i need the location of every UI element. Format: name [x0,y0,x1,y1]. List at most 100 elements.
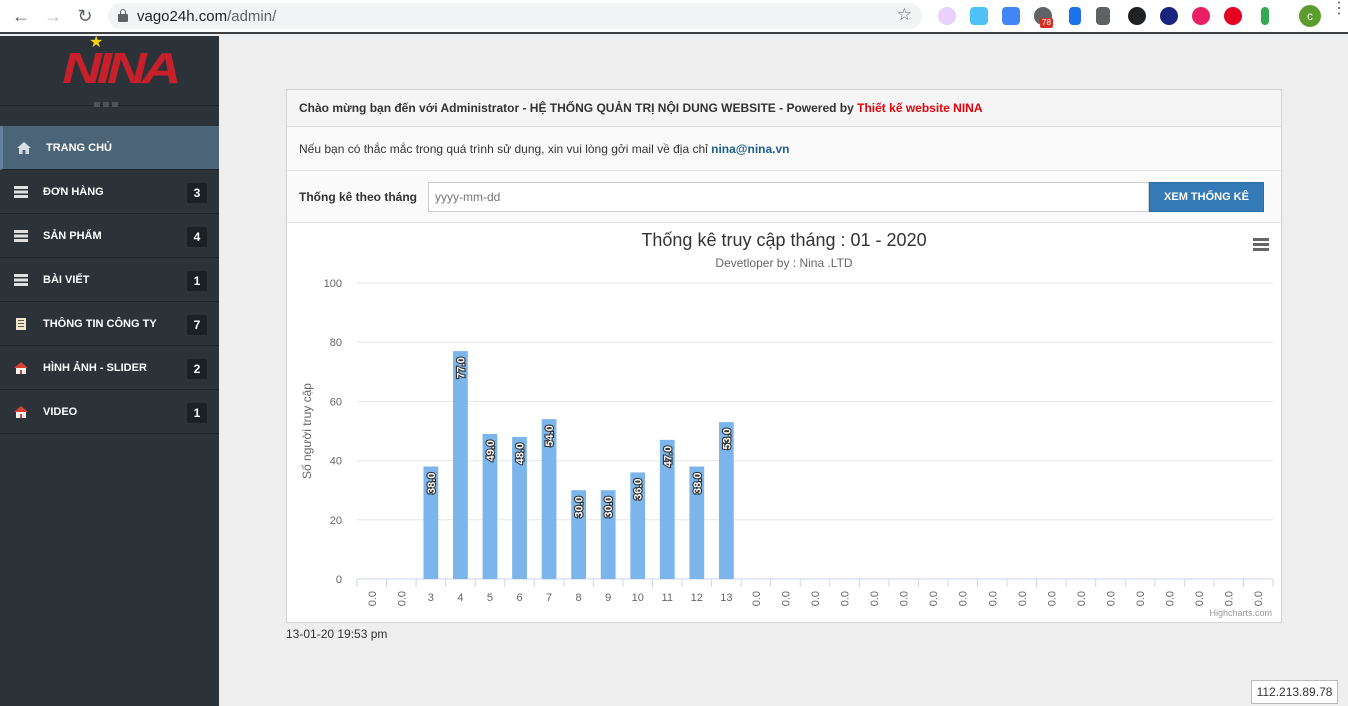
x-tick-label: 11 [662,592,673,604]
sidebar-item-trang-chu[interactable]: TRANG CHỦ [0,126,219,170]
x-tick-label: 6 [516,592,522,604]
date-input[interactable] [428,181,1149,212]
sync-icon[interactable] [1128,7,1146,25]
x-tick-label: 0.0 [1105,591,1117,606]
x-tick-label: 0.0 [780,591,792,606]
y-tick-label: 20 [330,515,342,527]
x-tick-label: 0.0 [928,591,940,606]
data-label: 47.0 [662,446,674,467]
bar-chart: 0 20 40 60 80 100 Số người truy cập 0.0 0.0 38.0 3… [300,278,1274,606]
x-tick-label: 7 [546,592,552,604]
x-tick-label: 0.0 [1165,591,1177,606]
y-tick-label: 100 [324,278,342,290]
data-label: 53.0 [721,428,733,449]
last-updated-timestamp: 13-01-20 19:53 pm [286,627,388,641]
url-path: /admin/ [227,7,277,25]
chart-credits[interactable]: Highcharts.com [1209,608,1272,618]
ip-address-box: 112.213.89.78 [1251,680,1338,704]
panel-header: Chào mừng bạn đến với Administrator - HỆ… [287,90,1281,127]
document-icon [16,317,26,330]
y-tick-label: 0 [336,574,342,586]
list-icon [14,273,28,286]
reload-icon[interactable]: ↻ [74,5,96,27]
home-icon [17,141,31,154]
dashboard-panel: Chào mừng bạn đến với Administrator - HỆ… [286,89,1282,623]
sidebar-item-don-hang[interactable]: ĐƠN HÀNG 3 [0,170,219,214]
x-tick-label: 0.0 [810,591,822,606]
profile-avatar[interactable]: c [1299,5,1321,27]
extension-icon[interactable] [1069,7,1081,25]
count-badge: 1 [187,403,207,423]
url-host: vago24h.com [137,7,228,25]
bolt-icon[interactable] [1261,7,1269,25]
browser-toolbar: ← → ↻ vago24h.com/admin/ ☆ 78 c ⋮ [0,0,1348,34]
pinterest-icon[interactable] [1224,7,1242,25]
y-tick-label: 80 [330,337,342,349]
data-label: 36.0 [633,478,645,499]
data-label: 54.0 [544,425,556,446]
extension-icon[interactable] [938,7,956,25]
address-bar[interactable]: vago24h.com/admin/ ☆ [108,3,922,29]
sidebar-item-hinh-anh-slider[interactable]: HÌNH ẢNH - SLIDER 2 [0,346,219,390]
count-badge: 1 [187,271,207,291]
sidebar-item-label: ĐƠN HÀNG [43,185,104,198]
extension-icon[interactable] [1192,7,1210,25]
x-tick-label: 0.0 [396,591,408,606]
contact-email-link[interactable]: nina@nina.vn [711,142,789,156]
logo[interactable]: NINA [62,44,181,94]
bookmark-star-icon[interactable]: ☆ [897,5,912,25]
data-label: 48.0 [515,443,527,464]
list-icon [14,229,28,242]
x-tick-label: 9 [605,592,611,604]
x-tick-label: 3 [428,592,434,604]
x-tick-label: 0.0 [1135,591,1147,606]
data-label: 30.0 [603,496,615,517]
x-tick-label: 0.0 [1253,591,1265,606]
x-tick-label: 12 [691,592,703,604]
lock-icon [118,9,128,22]
count-badge: 4 [187,227,207,247]
x-tick-label: 0.0 [958,591,970,606]
x-tick-label: 10 [632,592,644,604]
back-icon[interactable]: ← [10,5,32,27]
data-label: 77.0 [455,357,467,378]
x-tick-label: 0.0 [1017,591,1029,606]
y-tick-label: 60 [330,396,342,408]
x-tick-label: 0.0 [1046,591,1058,606]
x-tick-label: 0.0 [899,591,911,606]
recycle-icon[interactable] [1096,7,1110,25]
url-text[interactable]: vago24h.com/admin/ [137,8,276,25]
sidebar-menu: TRANG CHỦ ĐƠN HÀNG 3 SẢN PHẨM 4 BÀI VIẾT… [0,126,219,434]
sidebar-item-label: HÌNH ẢNH - SLIDER [43,361,147,374]
forward-icon[interactable]: → [42,5,64,27]
house-image-icon [14,405,28,418]
x-tick-label: 0.0 [1224,591,1236,606]
sidebar-item-san-pham[interactable]: SẢN PHẨM 4 [0,214,219,258]
logo-star-icon: ★ [89,34,104,51]
browser-menu-icon[interactable]: ⋮ [1331,1,1347,17]
sidebar-item-label: TRANG CHỦ [46,141,112,154]
extension-icon[interactable] [970,7,988,25]
sidebar-item-thong-tin-cong-ty[interactable]: THÔNG TIN CÔNG TY 7 [0,302,219,346]
filter-label: Thống kê theo tháng [299,189,417,204]
bar [453,351,468,579]
sidebar-item-video[interactable]: VIDEO 1 [0,390,219,434]
view-stats-button[interactable]: XEM THỐNG KÊ [1149,181,1264,212]
x-tick-label: 0.0 [869,591,881,606]
extension-icon[interactable] [1160,7,1178,25]
count-badge: 7 [187,315,207,335]
translate-icon[interactable] [1002,7,1020,25]
x-tick-label: 8 [576,592,582,604]
sidebar-item-label: BÀI VIẾT [43,273,90,286]
sidebar: NINA ★ TRANG CHỦ ĐƠN HÀNG 3 SẢN PHẨM 4 B… [0,34,219,706]
x-tick-label: 0.0 [1194,591,1206,606]
x-tick-label: 0.0 [367,591,379,606]
brand-link[interactable]: Thiết kế website NINA [857,101,982,115]
welcome-text: Chào mừng bạn đến với Administrator - HỆ… [299,101,858,115]
count-badge: 2 [187,359,207,379]
sidebar-item-bai-viet[interactable]: BÀI VIẾT 1 [0,258,219,302]
sidebar-item-label: SẢN PHẨM [43,229,102,242]
x-tick-label: 0.0 [987,591,999,606]
x-tick-label: 13 [720,592,732,604]
x-tick-label: 0.0 [751,591,763,606]
